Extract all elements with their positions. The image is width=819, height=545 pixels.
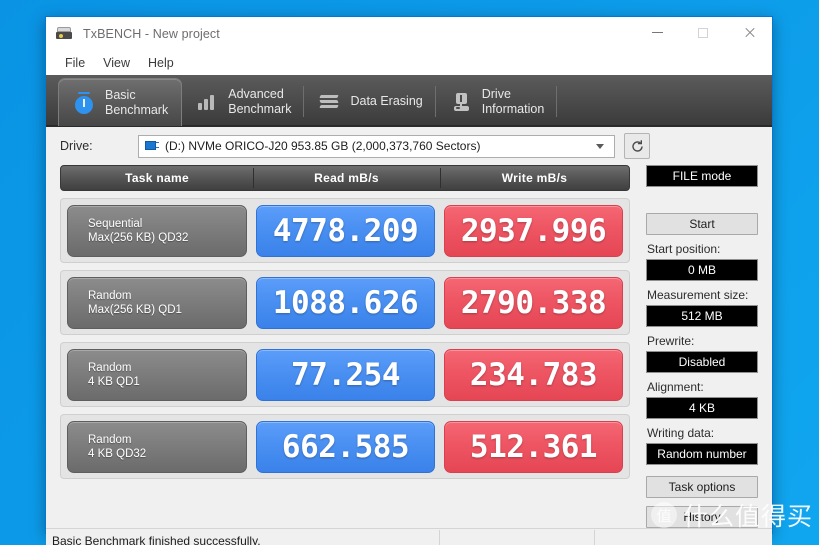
write-speed-value: 512.361 [444, 420, 623, 473]
status-message: Basic Benchmark finished successfully. [46, 529, 440, 545]
task-name-line1: Random [88, 361, 132, 374]
results-table: Task name Read mB/s Write mB/s Sequentia… [60, 165, 630, 528]
app-window: TxBENCH - New project File View Help Bas… [45, 16, 773, 545]
start-position-value[interactable]: 0 MB [646, 259, 758, 281]
drive-info-icon [449, 90, 473, 114]
table-row: Random Max(256 KB) QD1 1088.626 2790.338 [60, 270, 630, 335]
writing-data-label: Writing data: [647, 426, 715, 440]
shredder-icon [317, 90, 341, 114]
bar-chart-icon [195, 90, 219, 114]
disk-drive-icon [144, 140, 159, 153]
measurement-size-value[interactable]: 512 MB [646, 305, 758, 327]
task-name-line2: Max(256 KB) QD1 [88, 303, 182, 316]
status-bar: Basic Benchmark finished successfully. [46, 528, 772, 545]
drive-select[interactable]: (D:) NVMe ORICO-J20 953.85 GB (2,000,373… [138, 134, 615, 158]
column-header-read: Read mB/s [253, 166, 440, 190]
content-area: Drive: (D:) NVMe ORICO-J20 953.85 GB (2,… [46, 127, 772, 545]
tab-strip: Basic Benchmark Advanced Benchmark Data … [46, 75, 772, 127]
write-speed-value: 2790.338 [444, 276, 623, 329]
drive-label: Drive: [60, 139, 93, 153]
drive-selection-row: Drive: (D:) NVMe ORICO-J20 953.85 GB (2,… [46, 127, 772, 165]
menu-item-help[interactable]: Help [139, 54, 183, 72]
task-name-cell[interactable]: Random Max(256 KB) QD1 [67, 276, 247, 329]
tab-data-erasing[interactable]: Data Erasing [304, 78, 436, 125]
writing-data-value[interactable]: Random number [646, 443, 758, 465]
task-name-line1: Sequential [88, 217, 143, 230]
menu-bar: File View Help [46, 51, 772, 75]
start-button[interactable]: Start [646, 213, 758, 235]
prewrite-label: Prewrite: [647, 334, 695, 348]
measurement-size-label: Measurement size: [647, 288, 749, 302]
table-header-row: Task name Read mB/s Write mB/s [60, 165, 630, 191]
prewrite-value[interactable]: Disabled [646, 351, 758, 373]
task-options-button[interactable]: Task options [646, 476, 758, 498]
chevron-down-icon[interactable] [596, 143, 604, 149]
menu-item-file[interactable]: File [56, 54, 94, 72]
refresh-icon[interactable] [624, 133, 650, 159]
tab-data-erasing-label: Data Erasing [350, 94, 423, 109]
drive-selected-value: (D:) NVMe ORICO-J20 953.85 GB (2,000,373… [165, 139, 481, 153]
tab-basic-benchmark-label: Basic Benchmark [105, 88, 169, 117]
menu-item-view[interactable]: View [94, 54, 139, 72]
read-speed-value: 662.585 [256, 420, 435, 473]
options-panel: FILE mode Start Start position: 0 MB Mea… [630, 165, 772, 528]
title-bar: TxBENCH - New project [46, 17, 772, 51]
alignment-label: Alignment: [647, 380, 704, 394]
read-speed-value: 4778.209 [256, 204, 435, 257]
task-name-cell[interactable]: Random 4 KB QD32 [67, 420, 247, 473]
task-name-line2: 4 KB QD32 [88, 447, 147, 460]
window-title: TxBENCH - New project [83, 27, 220, 41]
task-name-line2: Max(256 KB) QD32 [88, 231, 189, 244]
task-name-cell[interactable]: Sequential Max(256 KB) QD32 [67, 204, 247, 257]
table-row: Random 4 KB QD32 662.585 512.361 [60, 414, 630, 479]
tab-advanced-benchmark-label: Advanced Benchmark [228, 87, 292, 116]
task-name-line1: Random [88, 433, 132, 446]
status-pane-secondary [440, 529, 595, 545]
task-name-line1: Random [88, 289, 132, 302]
start-position-label: Start position: [647, 242, 721, 256]
table-row: Sequential Max(256 KB) QD32 4778.209 293… [60, 198, 630, 263]
drive-app-icon [56, 26, 74, 42]
task-name-line2: 4 KB QD1 [88, 375, 140, 388]
alignment-value[interactable]: 4 KB [646, 397, 758, 419]
maximize-button[interactable] [680, 17, 726, 48]
tab-basic-benchmark[interactable]: Basic Benchmark [58, 78, 183, 126]
status-pane-tertiary [595, 530, 772, 545]
tab-advanced-benchmark[interactable]: Advanced Benchmark [182, 78, 305, 125]
read-speed-value: 1088.626 [256, 276, 435, 329]
write-speed-value: 2937.996 [444, 204, 623, 257]
write-speed-value: 234.783 [444, 348, 623, 401]
table-row: Random 4 KB QD1 77.254 234.783 [60, 342, 630, 407]
main-split: Task name Read mB/s Write mB/s Sequentia… [46, 165, 772, 528]
minimize-button[interactable] [634, 17, 680, 48]
column-header-write: Write mB/s [440, 166, 629, 190]
stopwatch-icon [72, 91, 96, 115]
read-speed-value: 77.254 [256, 348, 435, 401]
tab-drive-information[interactable]: Drive Information [436, 78, 558, 125]
task-name-cell[interactable]: Random 4 KB QD1 [67, 348, 247, 401]
column-header-task-name: Task name [125, 171, 189, 185]
history-button[interactable]: History [646, 506, 758, 528]
close-button[interactable] [726, 17, 772, 48]
file-mode-button[interactable]: FILE mode [646, 165, 758, 187]
tab-drive-information-label: Drive Information [481, 87, 545, 116]
